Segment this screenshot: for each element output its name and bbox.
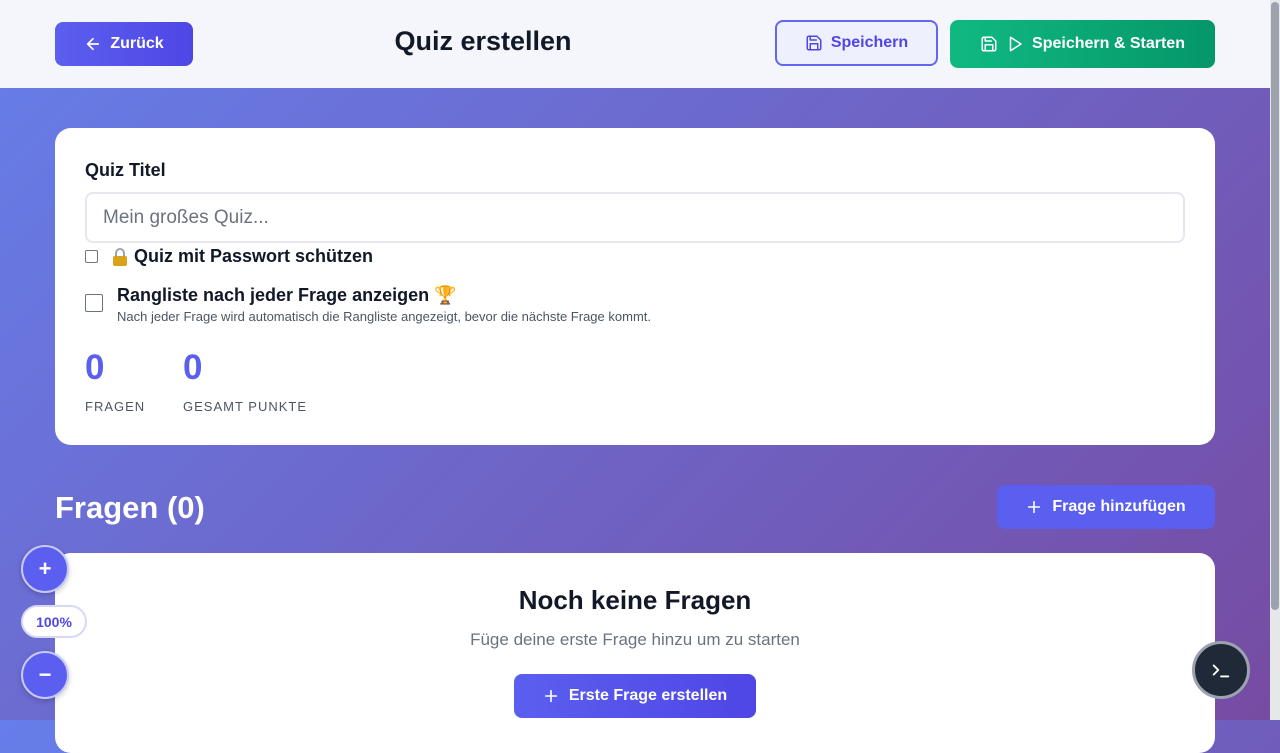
top-bar: Zurück Quiz erstellen Speichern Speicher… [0, 0, 1280, 88]
save-button[interactable]: Speichern [775, 20, 938, 66]
terminal-button[interactable] [1192, 641, 1250, 699]
create-first-question-label: Erste Frage erstellen [568, 687, 728, 704]
password-option[interactable]: Quiz mit Passwort schützen [85, 246, 373, 267]
create-first-question-button[interactable]: Erste Frage erstellen [514, 674, 756, 718]
stat-questions-value: 0 [85, 348, 105, 387]
password-label: Quiz mit Passwort schützen [134, 246, 374, 266]
stat-points-label: GESAMT PUNKTE [183, 399, 308, 414]
scrollbar-thumb[interactable] [1271, 2, 1279, 610]
stat-questions-label: FRAGEN [85, 399, 146, 414]
zoom-level-indicator: 100% [21, 605, 87, 638]
stat-points-value: 0 [183, 348, 203, 387]
play-icon [1006, 35, 1024, 53]
questions-heading: Fragen (0) [55, 490, 205, 525]
empty-state-title: Noch keine Fragen [518, 585, 752, 615]
password-checkbox[interactable] [85, 250, 98, 263]
empty-state-subtitle: Füge deine erste Frage hinzu um zu start… [470, 630, 800, 649]
lock-icon [112, 247, 128, 266]
save-icon [980, 35, 998, 53]
leaderboard-description: Nach jeder Frage wird automatisch die Ra… [117, 309, 651, 324]
stat-questions: 0 FRAGEN [85, 350, 145, 414]
save-and-start-button[interactable]: Speichern & Starten [950, 20, 1215, 68]
leaderboard-label: Rangliste nach jeder Frage anzeigen 🏆 [117, 285, 457, 305]
save-button-label: Speichern [830, 34, 909, 51]
stat-points: 0 GESAMT PUNKTE [183, 350, 307, 414]
zoom-out-button[interactable]: − [21, 651, 69, 699]
terminal-icon [1210, 659, 1232, 681]
quiz-title-input[interactable] [85, 192, 1185, 243]
quiz-settings-card: Quiz Titel Quiz mit Passwort schützen Ra… [55, 128, 1215, 445]
save-and-start-label: Speichern & Starten [1032, 35, 1185, 52]
add-question-label: Frage hinzufügen [1052, 498, 1186, 515]
save-icon [805, 34, 823, 52]
leaderboard-checkbox[interactable] [85, 294, 103, 312]
zoom-in-button[interactable]: + [21, 545, 69, 593]
quiz-title-label: Quiz Titel [85, 160, 166, 180]
plus-icon [1026, 499, 1042, 515]
plus-icon [543, 688, 559, 704]
add-question-button[interactable]: Frage hinzufügen [997, 485, 1215, 529]
empty-state-card: Noch keine Fragen Füge deine erste Frage… [55, 553, 1215, 753]
